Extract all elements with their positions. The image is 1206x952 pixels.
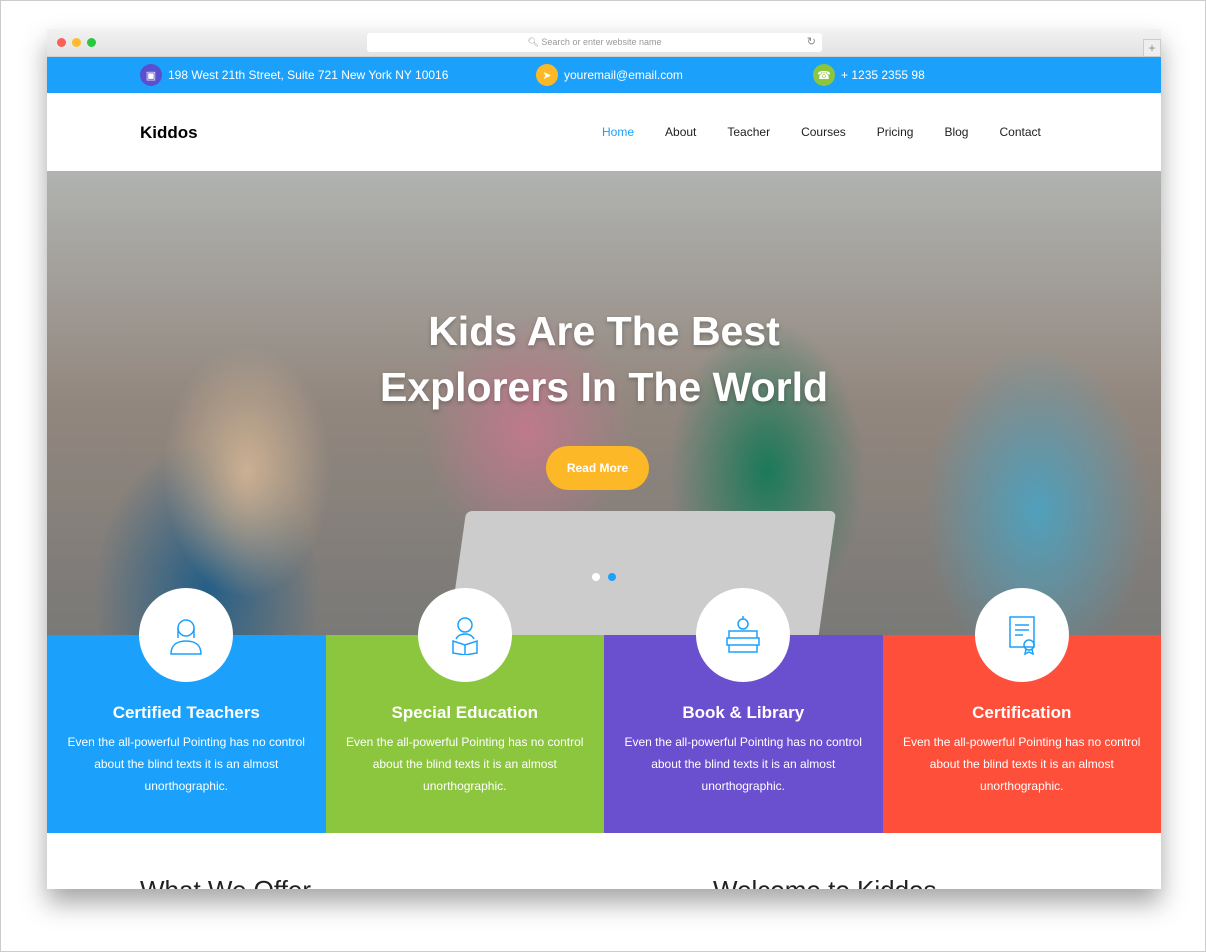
feature-certified-teachers: Certified Teachers Even the all-powerful… [47, 588, 326, 833]
close-window-button[interactable] [57, 38, 66, 47]
contact-topbar: ▣ 198 West 21th Street, Suite 721 New Yor… [47, 57, 1161, 93]
nav-courses[interactable]: Courses [801, 125, 846, 139]
slide-dot-2[interactable] [608, 573, 616, 581]
books-icon [696, 588, 791, 682]
maximize-window-button[interactable] [87, 38, 96, 47]
nav-pricing[interactable]: Pricing [877, 125, 914, 139]
feature-book-library: Book & Library Even the all-powerful Poi… [604, 588, 883, 833]
features-row: Certified Teachers Even the all-powerful… [47, 588, 1161, 833]
student-reading-icon [417, 588, 512, 682]
feature-special-education: Special Education Even the all-powerful … [325, 588, 604, 833]
hero-slider: Kids Are The Best Explorers In The World … [47, 171, 1161, 635]
email-link[interactable]: youremail@email.com [564, 68, 683, 82]
phone-icon: ☎ [813, 64, 835, 86]
nav-contact[interactable]: Contact [999, 125, 1040, 139]
nav-teacher[interactable]: Teacher [727, 125, 770, 139]
feature-certification: Certification Even the all-powerful Poin… [882, 588, 1161, 833]
nav-blog[interactable]: Blog [944, 125, 968, 139]
paper-plane-icon: ➤ [536, 64, 558, 86]
what-we-offer-heading: What We Offer [140, 875, 311, 889]
teacher-icon [139, 588, 234, 682]
nav-about[interactable]: About [665, 125, 696, 139]
browser-window: 🔍︎ Search or enter website name ↻ + ▣ 198 … [47, 29, 1161, 889]
slide-dot-1[interactable] [592, 573, 600, 581]
nav-home[interactable]: Home [602, 125, 634, 139]
feature-text: Even the all-powerful Pointing has no co… [903, 735, 1141, 793]
read-more-button[interactable]: Read More [546, 446, 649, 490]
content-preview: What We Offer Welcome to Kiddos [47, 833, 1161, 889]
feature-text: Even the all-powerful Pointing has no co… [624, 735, 862, 793]
map-icon: ▣ [140, 64, 162, 86]
certificate-icon [974, 588, 1069, 682]
hero-title: Kids Are The Best Explorers In The World [379, 308, 829, 410]
search-icon: 🔍︎ [527, 37, 542, 47]
minimize-window-button[interactable] [72, 38, 81, 47]
phone-link[interactable]: + 1235 2355 98 [841, 68, 925, 82]
logo[interactable]: Kiddos [140, 123, 198, 143]
reload-icon[interactable]: ↻ [807, 33, 816, 52]
feature-title: Book & Library [682, 703, 805, 722]
feature-title: Certified Teachers [112, 703, 260, 722]
address-placeholder: Search or enter website name [541, 37, 662, 47]
address-text: 198 West 21th Street, Suite 721 New York… [168, 68, 449, 82]
feature-title: Special Education [391, 703, 538, 722]
browser-chrome: 🔍︎ Search or enter website name ↻ + [47, 29, 1161, 57]
feature-text: Even the all-powerful Pointing has no co… [346, 735, 584, 793]
feature-text: Even the all-powerful Pointing has no co… [67, 735, 305, 793]
address-bar[interactable]: 🔍︎ Search or enter website name ↻ [367, 33, 822, 52]
main-nav: Kiddos Home About Teacher Courses Pricin… [47, 93, 1161, 171]
welcome-heading: Welcome to Kiddos [713, 875, 937, 889]
slider-dots [592, 573, 616, 581]
new-tab-button[interactable]: + [1143, 39, 1161, 57]
feature-title: Certification [972, 703, 1072, 722]
